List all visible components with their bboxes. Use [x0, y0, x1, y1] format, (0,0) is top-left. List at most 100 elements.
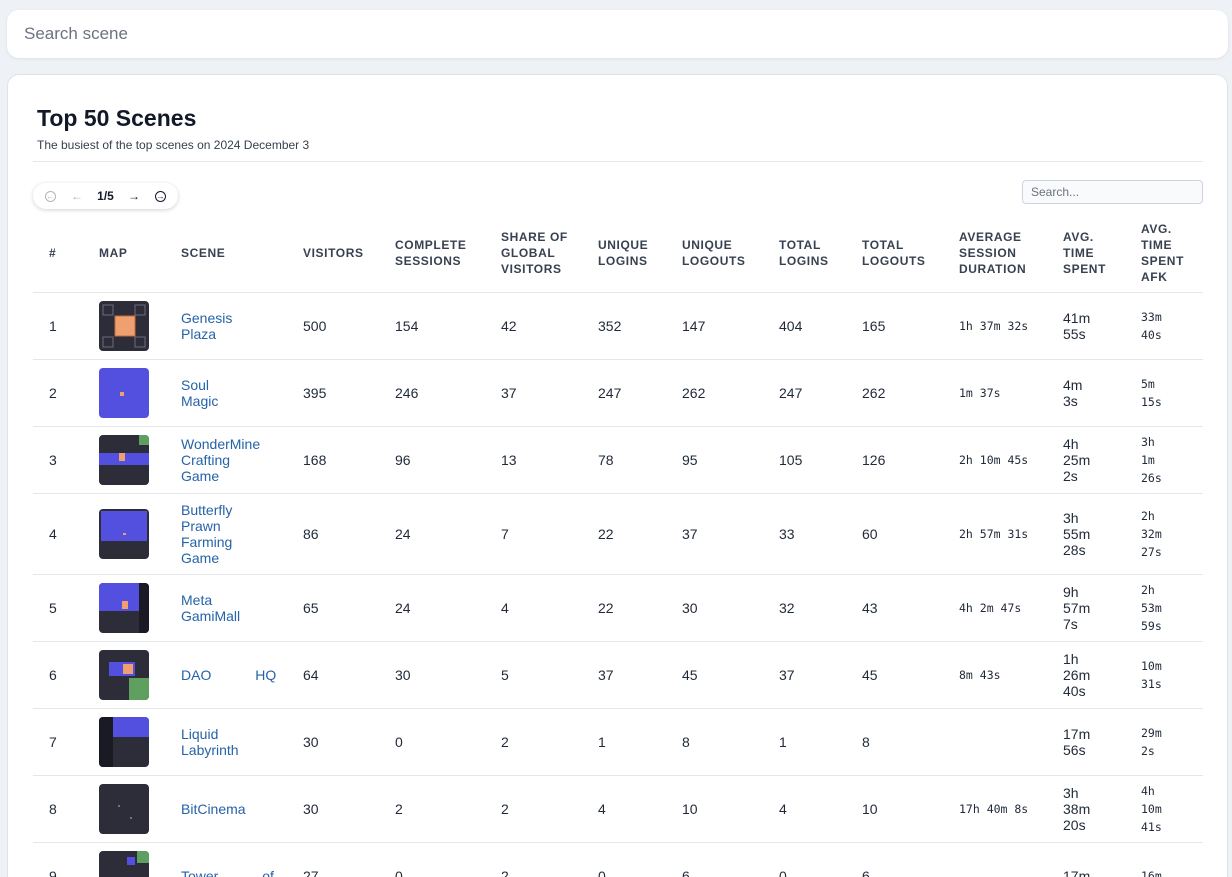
- row-unique-logins: 37: [582, 641, 666, 709]
- header-share-global: Share of Global Visitors: [485, 215, 582, 293]
- first-page-button[interactable]: ←: [37, 185, 64, 207]
- row-visitors: 86: [287, 493, 379, 575]
- header-map: Map: [83, 215, 165, 293]
- row-total-logins: 0: [763, 842, 846, 877]
- row-unique-logins: 4: [582, 775, 666, 843]
- row-visitors: 64: [287, 641, 379, 709]
- scene-link[interactable]: BitCinema: [181, 801, 279, 817]
- scene-map-thumbnail[interactable]: [99, 508, 149, 559]
- row-scene[interactable]: Liquid Labyrinth: [165, 708, 287, 776]
- row-map[interactable]: [83, 574, 165, 642]
- row-map[interactable]: [83, 359, 165, 427]
- row-total-logins: 247: [763, 359, 846, 427]
- row-share: 4: [485, 574, 582, 642]
- row-avg-time: 41m 55s: [1047, 292, 1125, 360]
- scene-map-thumbnail[interactable]: [99, 582, 149, 633]
- header-rank: #: [33, 215, 83, 293]
- row-complete-sessions: 2: [379, 775, 485, 843]
- table-search-input[interactable]: [1031, 185, 1194, 199]
- scene-map-thumbnail[interactable]: [99, 716, 149, 767]
- row-avg-session: [943, 842, 1047, 877]
- row-avg-session: 2h 10m 45s: [943, 426, 1047, 494]
- scene-search-input[interactable]: [24, 24, 1228, 44]
- table-row[interactable]: 8 BitCinema 30 2 2 4 10 4 10 17h 40m 8s 3h 38m 20s…: [33, 775, 1203, 843]
- row-afk: 4h 10m 41s: [1125, 775, 1203, 843]
- row-avg-session: [943, 708, 1047, 776]
- row-map[interactable]: [83, 842, 165, 877]
- row-share: 13: [485, 426, 582, 494]
- row-map[interactable]: [83, 708, 165, 776]
- next-page-button[interactable]: →: [121, 185, 148, 207]
- row-avg-time: 17m 56s: [1047, 708, 1125, 776]
- header-total-logins: Total Logins: [763, 215, 846, 293]
- table-search-box[interactable]: [1022, 180, 1203, 204]
- scene-link[interactable]: Genesis Plaza: [181, 310, 279, 342]
- row-avg-time: 9h 57m 7s: [1047, 574, 1125, 642]
- row-unique-logins: 78: [582, 426, 666, 494]
- top-scenes-panel: Top 50 Scenes The busiest of the top sce…: [7, 74, 1228, 877]
- row-share: 5: [485, 641, 582, 709]
- table-row[interactable]: 3 WonderMine Crafting Game 168 96 13 78 95 105 1…: [33, 426, 1203, 494]
- table-row[interactable]: 5 Meta GamiMall 65 24 4 22 30 32 43 4h 2m 47s 9h 5…: [33, 574, 1203, 642]
- table-row[interactable]: 7 Liquid Labyrinth 30 0 2 1 8 1 8 17m 56s 29m 2s: [33, 708, 1203, 776]
- row-scene[interactable]: Soul Magic: [165, 359, 287, 427]
- row-total-logins: 1: [763, 708, 846, 776]
- row-scene[interactable]: BitCinema: [165, 775, 287, 843]
- scene-map-thumbnail[interactable]: [99, 300, 149, 351]
- scene-map-thumbnail[interactable]: [99, 649, 149, 700]
- row-total-logouts: 262: [846, 359, 943, 427]
- row-complete-sessions: 24: [379, 574, 485, 642]
- scene-link[interactable]: WonderMine Crafting Game: [181, 436, 279, 484]
- row-total-logouts: 60: [846, 493, 943, 575]
- table-row[interactable]: 2 Soul Magic 395 246 37 247 262 247 262 1m 37s 4m …: [33, 359, 1203, 427]
- table-row[interactable]: 6 DAO HQ 64 30 5 37 45 37 45 8m 43s 1h 26m 40s 10m …: [33, 641, 1203, 709]
- row-total-logouts: 6: [846, 842, 943, 877]
- last-page-button[interactable]: →: [147, 185, 174, 207]
- row-scene[interactable]: DAO HQ: [165, 641, 287, 709]
- scene-link[interactable]: Meta GamiMall: [181, 592, 279, 624]
- row-visitors: 27: [287, 842, 379, 877]
- row-share: 2: [485, 708, 582, 776]
- scene-map-thumbnail[interactable]: [99, 783, 149, 834]
- header-complete-sessions: Complete Sessions: [379, 215, 485, 293]
- row-complete-sessions: 0: [379, 708, 485, 776]
- table-row[interactable]: 4 Butterfly Prawn Farming Game 86 24 7 22 37 33…: [33, 493, 1203, 575]
- row-map[interactable]: [83, 775, 165, 843]
- scenes-table: # Map Scene Visitors Complete Sessions S…: [33, 215, 1203, 877]
- row-scene[interactable]: WonderMine Crafting Game: [165, 426, 287, 494]
- row-map[interactable]: [83, 292, 165, 360]
- row-avg-session: 8m 43s: [943, 641, 1047, 709]
- table-row[interactable]: 9 Tower of 27 0 2 0 6 0 6 17m 16m: [33, 842, 1203, 877]
- row-map[interactable]: [83, 641, 165, 709]
- scene-search-bar[interactable]: [7, 10, 1228, 58]
- row-complete-sessions: 0: [379, 842, 485, 877]
- table-header-row: # Map Scene Visitors Complete Sessions S…: [33, 215, 1203, 293]
- row-scene[interactable]: Genesis Plaza: [165, 292, 287, 360]
- row-map[interactable]: [83, 493, 165, 575]
- row-scene[interactable]: Tower of: [165, 842, 287, 877]
- scene-map-thumbnail[interactable]: [99, 434, 149, 485]
- table-row[interactable]: 1 Genesis Plaza 500 154 42 352 147 404 165 1h 37m…: [33, 292, 1203, 360]
- row-scene[interactable]: Butterfly Prawn Farming Game: [165, 493, 287, 575]
- row-complete-sessions: 24: [379, 493, 485, 575]
- row-avg-session: 4h 2m 47s: [943, 574, 1047, 642]
- arrow-right-icon: →: [128, 189, 141, 203]
- scene-link[interactable]: Butterfly Prawn Farming Game: [181, 502, 279, 566]
- scene-link[interactable]: Tower of: [181, 868, 279, 877]
- scene-link[interactable]: DAO HQ: [181, 667, 279, 683]
- row-avg-time: 1h 26m 40s: [1047, 641, 1125, 709]
- header-avg-afk: Avg. Time Spent AFK: [1125, 215, 1203, 293]
- scene-link[interactable]: Liquid Labyrinth: [181, 726, 279, 758]
- header-visitors: Visitors: [287, 215, 379, 293]
- scene-map-thumbnail[interactable]: [99, 367, 149, 418]
- scene-map-thumbnail[interactable]: [99, 850, 149, 877]
- prev-page-button[interactable]: ←: [64, 185, 91, 207]
- row-afk: 2h 53m 59s: [1125, 574, 1203, 642]
- row-unique-logouts: 45: [666, 641, 763, 709]
- row-map[interactable]: [83, 426, 165, 494]
- scene-link[interactable]: Soul Magic: [181, 377, 279, 409]
- row-scene[interactable]: Meta GamiMall: [165, 574, 287, 642]
- row-complete-sessions: 30: [379, 641, 485, 709]
- row-rank: 1: [33, 292, 83, 360]
- row-share: 2: [485, 842, 582, 877]
